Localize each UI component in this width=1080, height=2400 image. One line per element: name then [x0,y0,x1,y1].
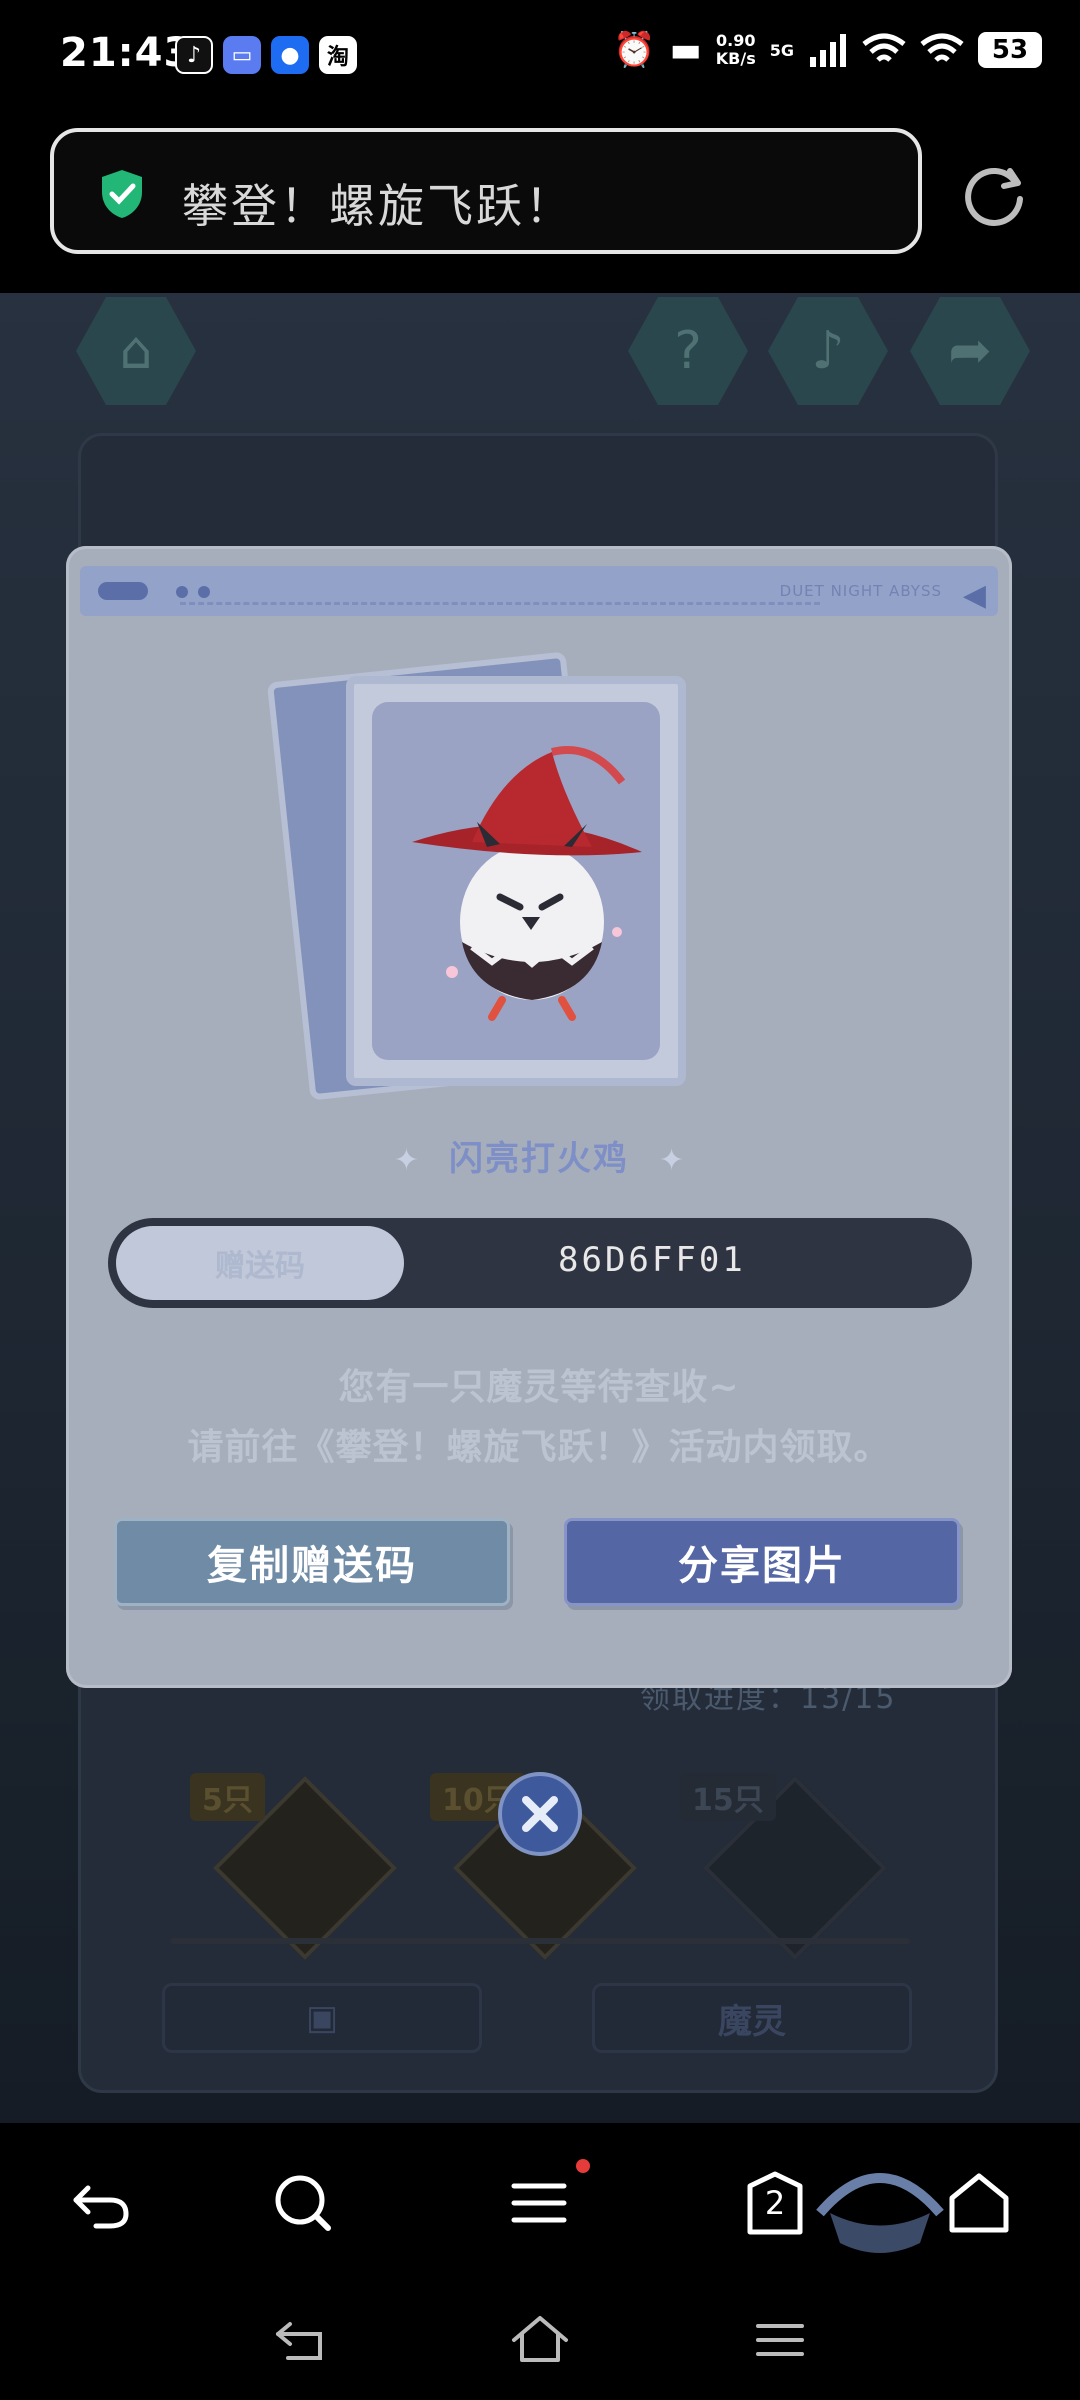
pet-illustration [412,746,642,1021]
message-line-1: 您有一只魔灵等待查收~ [338,1367,740,1408]
tabs-button[interactable]: 2 [740,2168,810,2238]
wifi-icon-2 [920,33,964,62]
system-recents-icon[interactable] [750,2310,810,2370]
pet-name: 闪亮打火鸡 [449,1139,629,1179]
home-icon[interactable] [944,2168,1014,2238]
status-time: 21:43 [60,30,193,76]
brand-text: DUET NIGHT ABYSS [779,582,942,600]
gift-code-value: 86D6FF01 [558,1240,746,1280]
status-indicators: ⏰ ▬ 0.90 KB/s 5G 53 [613,30,1042,70]
refresh-icon[interactable] [960,159,1030,229]
bed-icon: ▬ [669,30,702,70]
game-pet-button[interactable]: 魔灵 [592,1983,912,2053]
address-bar[interactable]: 攀登！螺旋飞跃！ [50,128,922,254]
copy-code-button[interactable]: 复制赠送码 [114,1518,510,1606]
sparkle-icon: ✦ [659,1143,685,1178]
sparkle-icon: ✦ [393,1143,419,1178]
gift-code-field: 赠送码 86D6FF01 [108,1218,972,1308]
network-type: 5G [769,40,794,60]
browser-address-area: 攀登！螺旋飞跃！ [0,115,1080,293]
system-back-icon[interactable] [270,2310,330,2370]
system-home-icon[interactable] [510,2310,570,2370]
game-left-button[interactable]: ▣ [162,1983,482,2053]
gift-popup: DUET NIGHT ABYSS ◀ ✦ 闪亮打火鸡 ✦ 赠送码 86D6FF0… [66,546,1012,1688]
mascot-icon [816,2173,944,2253]
message-app-icon: ▭ [223,36,261,74]
shield-check-icon [102,170,142,218]
signal-icon [810,34,846,67]
milestone-15: 15只 [680,1773,887,1960]
browser-app-icon: ● [271,36,309,74]
net-speed: 0.90 KB/s [715,31,756,68]
browser-toolbar: 2 [0,2123,1080,2280]
pet-name-row: ✦ 闪亮打火鸡 ✦ [66,1131,1012,1180]
notification-icons: ♪ ▭ ● 淘 [175,36,357,74]
milestone-track [170,1938,910,1944]
wifi-icon [862,33,906,62]
close-icon [522,1796,558,1832]
page-title: 攀登！螺旋飞跃！ [182,179,574,233]
system-nav-bar [0,2280,1080,2400]
pet-card [346,676,686,1086]
back-icon[interactable] [66,2168,136,2238]
status-bar: 21:43 ♪ ▭ ● 淘 ⏰ ▬ 0.90 KB/s 5G 53 [0,0,1080,115]
gift-code-label: 赠送码 [116,1226,404,1300]
notification-dot [576,2159,590,2173]
message-line-2: 请前往《攀登！螺旋飞跃！》活动内领取。 [187,1427,891,1468]
taobao-icon: 淘 [319,36,357,74]
alarm-icon: ⏰ [613,30,656,70]
popup-header: DUET NIGHT ABYSS ◀ [80,566,998,616]
search-icon[interactable] [268,2168,338,2238]
tiktok-icon: ♪ [175,36,213,74]
battery-indicator: 53 [978,32,1042,68]
menu-icon[interactable] [504,2168,574,2238]
share-image-button[interactable]: 分享图片 [564,1518,960,1606]
close-button[interactable] [498,1772,582,1856]
arrow-left-icon: ◀ [962,578,986,613]
milestone-5: 5只 [190,1773,397,1960]
tab-count: 2 [764,2184,786,2222]
